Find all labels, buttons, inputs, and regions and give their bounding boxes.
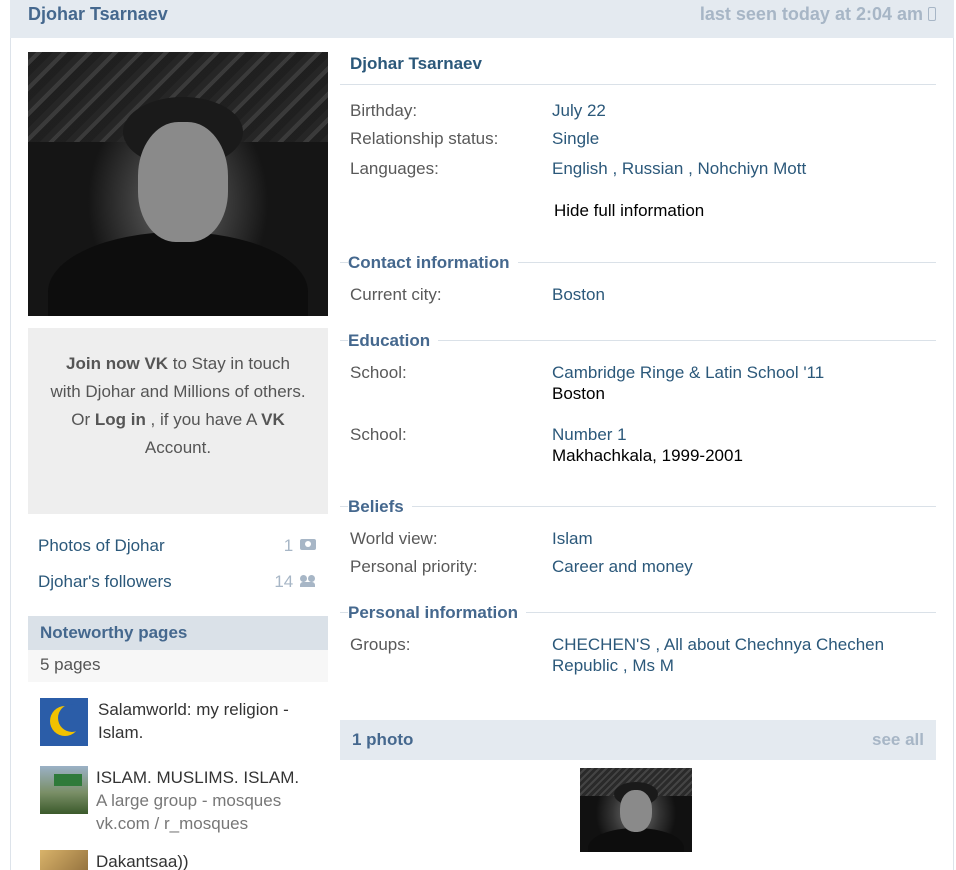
languages-value[interactable]: English , Russian , Nohchiyn Mott bbox=[552, 159, 806, 179]
photos-link-label[interactable]: Photos of Djohar bbox=[38, 536, 165, 555]
school-label: School: bbox=[350, 363, 407, 382]
join-vk-box: Join now VK to Stay in touch with Djohar… bbox=[28, 328, 328, 514]
relationship-label: Relationship status: bbox=[350, 129, 499, 148]
followers-link[interactable]: Djohar's followers 14 bbox=[38, 572, 318, 596]
dakantsaa-thumb[interactable] bbox=[40, 850, 88, 870]
vk-brand-text: VK bbox=[144, 354, 169, 373]
birthday-label: Birthday: bbox=[350, 101, 418, 120]
personal-priority-row: Personal priority: Career and money bbox=[350, 557, 693, 577]
noteworthy-pages-count: 5 pages bbox=[28, 650, 328, 682]
school-row: School: Number 1 Makhachkala, 1999-2001 bbox=[350, 425, 743, 465]
birthday-row: Birthday: July 22 bbox=[350, 101, 606, 121]
profile-avatar[interactable] bbox=[28, 52, 328, 316]
groups-value-line1[interactable]: CHECHEN'S , All about Chechnya Chechen bbox=[552, 635, 884, 655]
photos-section-header: 1 photo see all bbox=[340, 720, 936, 760]
city-row: Current city: Boston bbox=[350, 285, 605, 305]
languages-label: Languages: bbox=[350, 159, 439, 178]
page-description: A large group - mosques bbox=[96, 791, 282, 810]
last-seen-status: last seen today at 2:04 am bbox=[700, 4, 936, 25]
profile-header-bar: Djohar Tsarnaev last seen today at 2:04 … bbox=[10, 0, 954, 38]
followers-link-label[interactable]: Djohar's followers bbox=[38, 572, 172, 591]
groups-value-line2[interactable]: Republic , Ms M bbox=[552, 656, 884, 676]
photos-of-user-link[interactable]: Photos of Djohar 1 bbox=[38, 536, 318, 560]
relationship-value[interactable]: Single bbox=[552, 129, 599, 149]
school-row: School: Cambridge Ringe & Latin School '… bbox=[350, 363, 824, 403]
noteworthy-pages-header[interactable]: Noteworthy pages bbox=[28, 616, 328, 650]
education-section-title: Education bbox=[348, 331, 439, 351]
personal-priority-value[interactable]: Career and money bbox=[552, 557, 693, 577]
profile-name: Djohar Tsarnaev bbox=[350, 54, 482, 73]
join-now-link[interactable]: Join now bbox=[66, 354, 140, 373]
contact-section-title: Contact information bbox=[348, 253, 518, 273]
camera-icon bbox=[300, 539, 316, 550]
hide-full-info-link[interactable]: Hide full information bbox=[554, 201, 704, 221]
people-icon bbox=[300, 575, 316, 587]
see-all-link[interactable]: see all bbox=[872, 730, 924, 750]
page-title[interactable]: Dakantsaa)) bbox=[96, 850, 189, 870]
divider bbox=[340, 84, 936, 85]
world-view-label: World view: bbox=[350, 529, 438, 548]
vk-brand-text-2: VK bbox=[261, 410, 285, 429]
school-label: School: bbox=[350, 425, 407, 444]
header-name: Djohar Tsarnaev bbox=[28, 4, 168, 24]
mosque-photo-thumb[interactable] bbox=[40, 766, 88, 814]
page-title-cont[interactable]: Islam. bbox=[98, 721, 289, 744]
beliefs-section-title: Beliefs bbox=[348, 497, 412, 517]
followers-count: 14 bbox=[274, 572, 316, 592]
account-text: Account. bbox=[144, 438, 212, 457]
photo-thumbnail[interactable] bbox=[580, 768, 692, 852]
birthday-value[interactable]: July 22 bbox=[552, 101, 606, 121]
world-view-value[interactable]: Islam bbox=[552, 529, 593, 549]
school-name[interactable]: Cambridge Ringe & Latin School '11 bbox=[552, 363, 824, 383]
relationship-row: Relationship status: Single bbox=[350, 129, 599, 149]
city-value[interactable]: Boston bbox=[552, 285, 605, 305]
city-label: Current city: bbox=[350, 285, 442, 304]
salamworld-logo[interactable] bbox=[40, 698, 88, 746]
page-title[interactable]: ISLAM. MUSLIMS. ISLAM. bbox=[96, 766, 299, 789]
login-message: , if you have A bbox=[145, 410, 262, 429]
personal-priority-label: Personal priority: bbox=[350, 557, 478, 576]
page-address: vk.com / r_mosques bbox=[96, 814, 249, 833]
photos-count: 1 bbox=[284, 536, 316, 556]
personal-section-title: Personal information bbox=[348, 603, 527, 623]
page-title[interactable]: Salamworld: my religion - bbox=[98, 698, 289, 721]
photos-section-title[interactable]: 1 photo bbox=[352, 730, 413, 750]
last-seen-text: last seen today at 2:04 am bbox=[699, 4, 923, 24]
or-text: Or bbox=[71, 410, 95, 429]
languages-row: Languages: English , Russian , Nohchiyn … bbox=[350, 159, 806, 179]
school-detail: Boston bbox=[552, 384, 605, 403]
world-view-row: World view: Islam bbox=[350, 529, 593, 549]
log-in-link[interactable]: Log in bbox=[95, 410, 146, 429]
groups-row: Groups: CHECHEN'S , All about Chechnya C… bbox=[350, 635, 884, 675]
groups-label: Groups: bbox=[350, 635, 411, 654]
mobile-phone-icon bbox=[928, 7, 936, 21]
school-detail: Makhachkala, 1999-2001 bbox=[552, 446, 743, 465]
school-name[interactable]: Number 1 bbox=[552, 425, 743, 445]
